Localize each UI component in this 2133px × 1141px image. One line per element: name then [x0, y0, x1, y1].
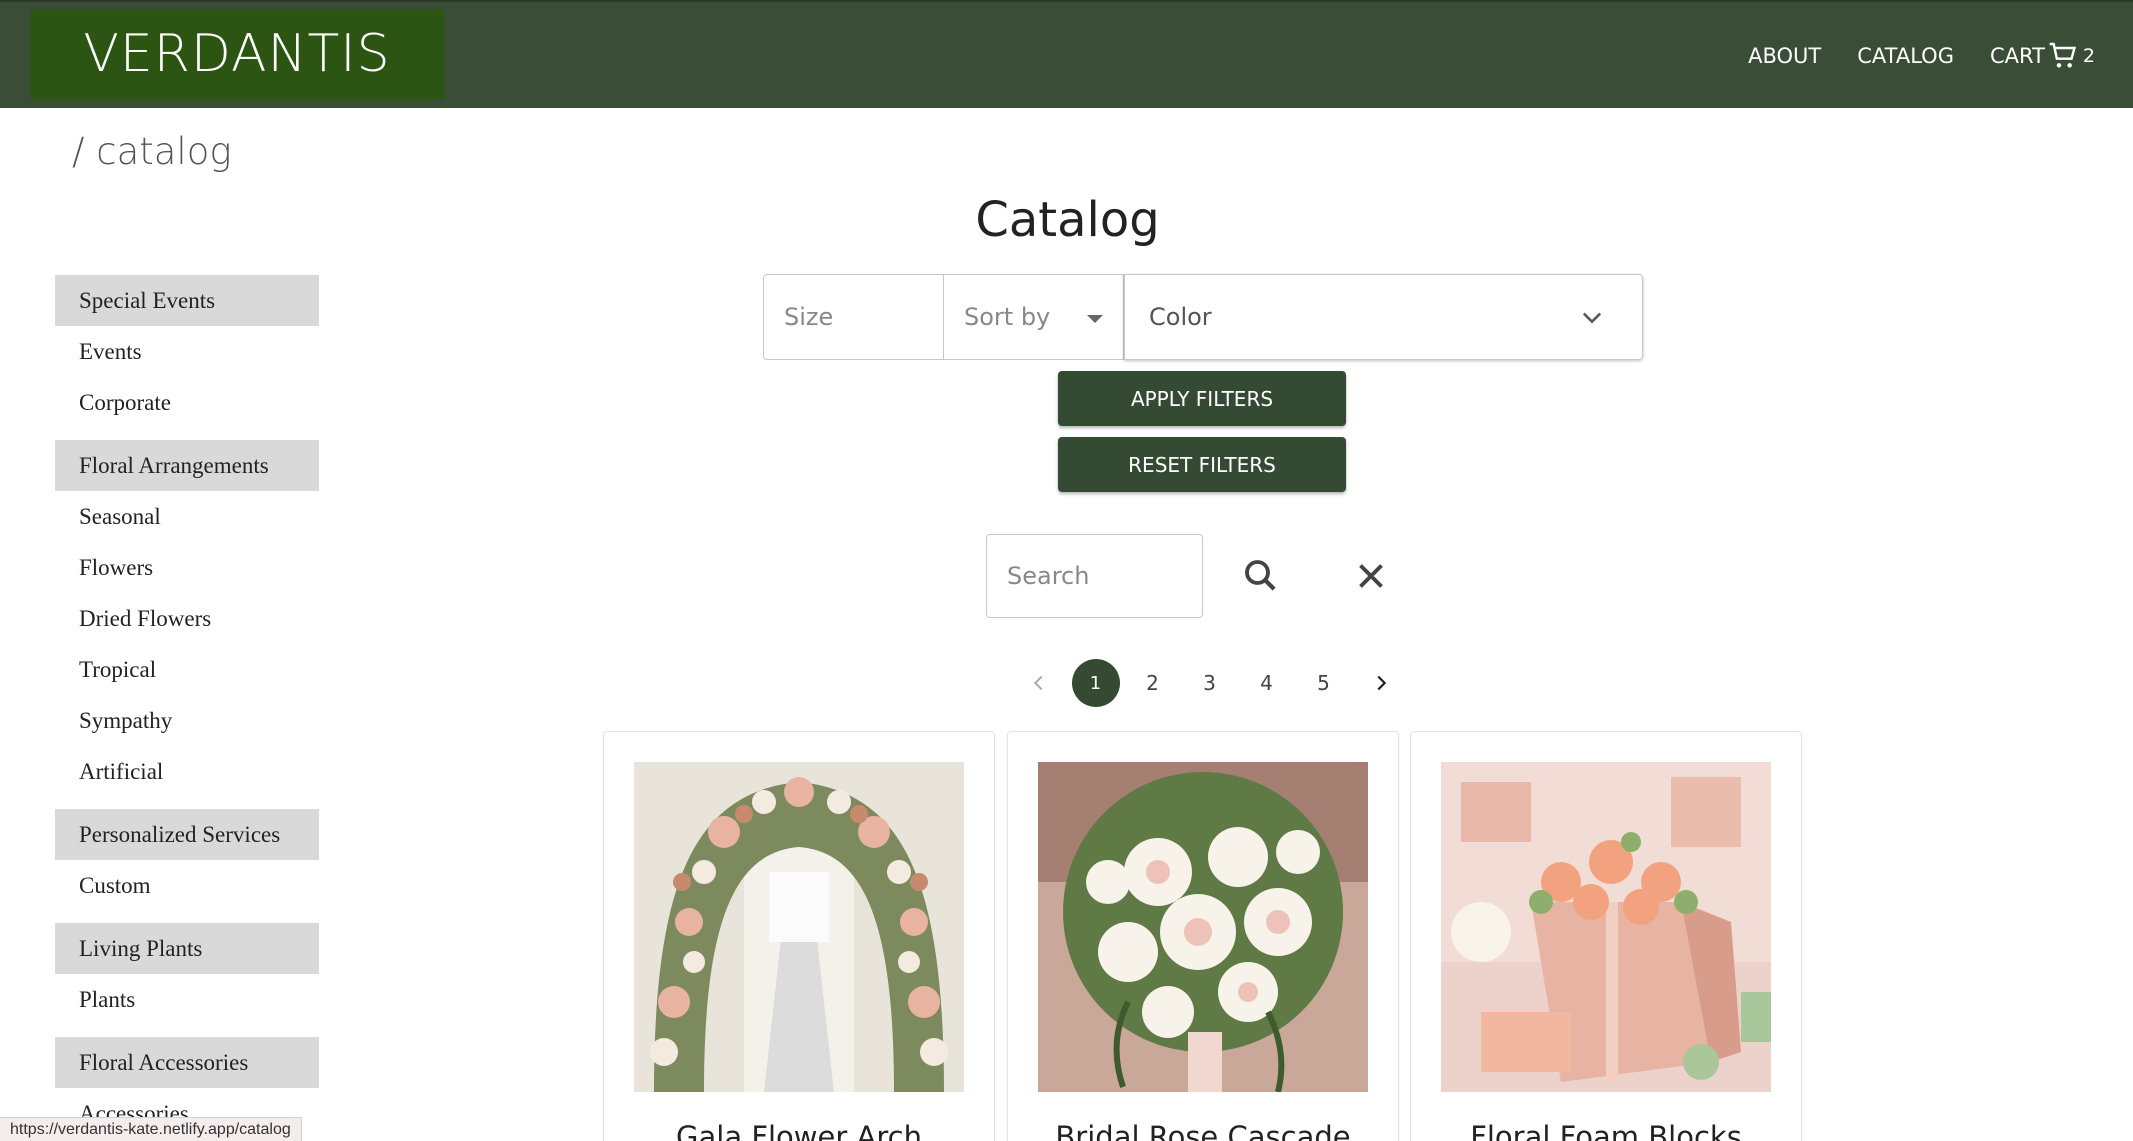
page-button-2[interactable]: 2 — [1124, 658, 1181, 708]
nav-catalog-link[interactable]: CATALOG — [1857, 44, 1954, 68]
chevron-left-icon — [1033, 675, 1042, 691]
link-preview-statusbar: https://verdantis-kate.netlify.app/catal… — [0, 1117, 302, 1141]
page-title: Catalog — [0, 192, 2133, 248]
logo[interactable]: VERDANTIS — [30, 9, 444, 99]
page-number: 3 — [1203, 671, 1216, 695]
product-image[interactable] — [1441, 762, 1771, 1092]
size-input[interactable]: Size — [763, 274, 944, 360]
product-title[interactable]: Bridal Rose Cascade — [1008, 1120, 1398, 1141]
prev-page-button[interactable] — [1010, 658, 1067, 708]
page-number: 5 — [1317, 671, 1330, 695]
category-header-special-events[interactable]: Special Events — [55, 275, 319, 326]
page-title-text: Catalog — [975, 192, 1160, 248]
nav-cart-link[interactable]: CART 2 — [1990, 40, 2095, 72]
search-button[interactable] — [1240, 555, 1282, 597]
category-item-artificial[interactable]: Artificial — [55, 746, 319, 797]
nav-about-link[interactable]: ABOUT — [1748, 44, 1821, 68]
category-item-tropical[interactable]: Tropical — [55, 644, 319, 695]
clear-search-button[interactable] — [1350, 555, 1392, 597]
category-item-custom[interactable]: Custom — [55, 860, 319, 911]
search-icon — [1245, 560, 1276, 591]
color-placeholder: Color — [1149, 303, 1212, 331]
logo-text: VERDANTIS — [83, 24, 391, 84]
page-button-5[interactable]: 5 — [1295, 658, 1352, 708]
breadcrumb: / catalog — [72, 130, 232, 173]
category-group: Special Events Events Corporate — [55, 275, 319, 428]
main-nav: ABOUT CATALOG CART 2 — [1748, 2, 2095, 110]
search-placeholder: Search — [1007, 562, 1090, 590]
close-icon — [1359, 564, 1383, 588]
page-number: 4 — [1260, 671, 1273, 695]
reset-filters-button[interactable]: RESET FILTERS — [1058, 437, 1346, 492]
page-button-4[interactable]: 4 — [1238, 658, 1295, 708]
product-card[interactable]: Gala Flower Arch — [603, 731, 995, 1141]
product-card[interactable]: Bridal Rose Cascade — [1007, 731, 1399, 1141]
category-item-seasonal[interactable]: Seasonal — [55, 491, 319, 542]
size-placeholder: Size — [784, 303, 834, 331]
cart-label: CART — [1989, 44, 2045, 68]
cart-icon — [2049, 42, 2076, 68]
page-number: 2 — [1146, 671, 1159, 695]
filter-bar: Size Sort by Color — [763, 274, 1643, 360]
page-button-3[interactable]: 3 — [1181, 658, 1238, 708]
category-item-flowers[interactable]: Flowers — [55, 542, 319, 593]
chevron-down-icon — [1582, 312, 1602, 324]
product-image[interactable] — [634, 762, 964, 1092]
category-sidebar: Special Events Events Corporate Floral A… — [55, 275, 319, 1141]
caret-down-icon — [1087, 315, 1103, 323]
category-header-floral-accessories[interactable]: Floral Accessories — [55, 1037, 319, 1088]
chevron-right-icon — [1376, 675, 1386, 691]
sort-select[interactable]: Sort by — [944, 274, 1124, 360]
category-header-personalized-services[interactable]: Personalized Services — [55, 809, 319, 860]
color-select[interactable]: Color — [1124, 274, 1643, 360]
category-item-corporate[interactable]: Corporate — [55, 377, 319, 428]
pagination: 1 2 3 4 5 — [1010, 658, 1409, 708]
category-group: Floral Arrangements Seasonal Flowers Dri… — [55, 440, 319, 797]
category-item-events[interactable]: Events — [55, 326, 319, 377]
category-header-floral-arrangements[interactable]: Floral Arrangements — [55, 440, 319, 491]
category-item-plants[interactable]: Plants — [55, 974, 319, 1025]
product-title[interactable]: Floral Foam Blocks — [1411, 1120, 1801, 1141]
category-item-dried-flowers[interactable]: Dried Flowers — [55, 593, 319, 644]
product-card[interactable]: Floral Foam Blocks — [1410, 731, 1802, 1141]
page-button-1[interactable]: 1 — [1067, 658, 1124, 708]
product-image[interactable] — [1038, 762, 1368, 1092]
top-navbar: VERDANTIS ABOUT CATALOG CART 2 — [0, 0, 2133, 108]
page-number: 1 — [1071, 659, 1120, 707]
product-title[interactable]: Gala Flower Arch — [604, 1120, 994, 1141]
category-group: Living Plants Plants — [55, 923, 319, 1025]
category-header-living-plants[interactable]: Living Plants — [55, 923, 319, 974]
category-group: Personalized Services Custom — [55, 809, 319, 911]
cart-count-badge: 2 — [2082, 45, 2095, 67]
apply-filters-button[interactable]: APPLY FILTERS — [1058, 371, 1346, 426]
sort-placeholder: Sort by — [964, 303, 1051, 331]
category-item-sympathy[interactable]: Sympathy — [55, 695, 319, 746]
next-page-button[interactable] — [1352, 658, 1409, 708]
search-input[interactable]: Search — [986, 534, 1203, 618]
